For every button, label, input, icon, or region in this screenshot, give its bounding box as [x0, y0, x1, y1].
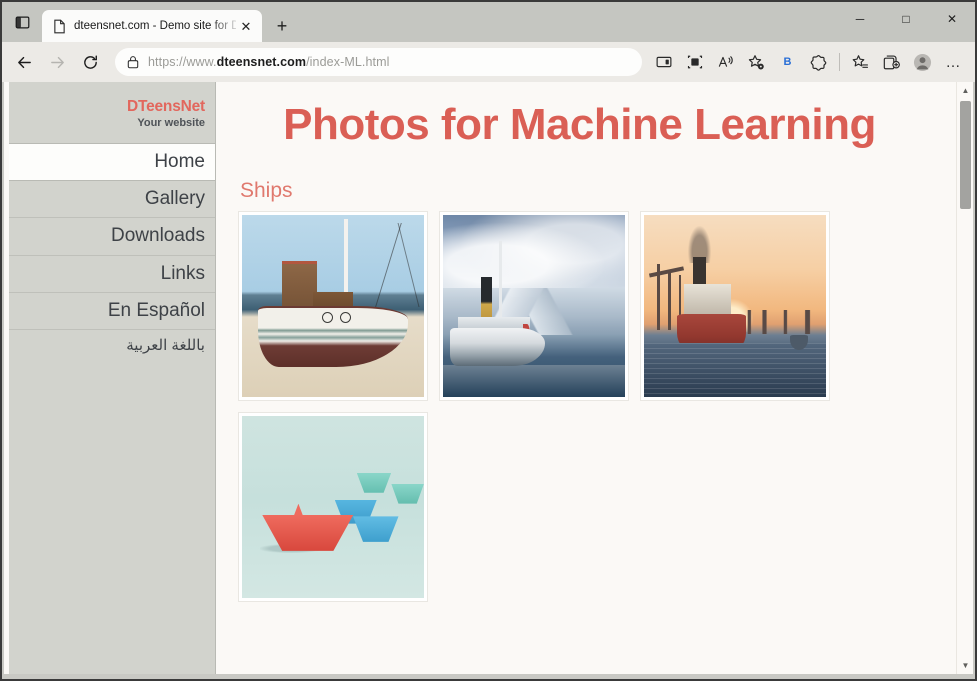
browser-window: dteensnet.com - Demo site for D ✕ + ─ □ … — [0, 0, 977, 681]
sidebar-item-links[interactable]: Links — [9, 256, 215, 294]
tab-title: dteensnet.com - Demo site for D — [74, 20, 236, 32]
bing-copilot-label: B — [783, 56, 792, 68]
brand-tagline: Your website — [137, 116, 205, 129]
read-aloud-icon[interactable] — [710, 47, 741, 77]
reload-icon[interactable] — [74, 47, 107, 77]
window-bottom-edge — [2, 674, 975, 679]
sidebar-item-downloads[interactable]: Downloads — [9, 218, 215, 256]
bing-copilot-icon[interactable]: B — [772, 47, 803, 77]
browser-essentials-icon[interactable] — [803, 47, 834, 77]
new-tab-button[interactable]: + — [265, 10, 299, 42]
ellipsis-label: … — [945, 53, 962, 71]
window-controls: ─ □ ✕ — [837, 2, 975, 35]
section-title-ships: Ships — [240, 179, 293, 203]
lock-icon[interactable] — [127, 55, 139, 69]
sidebar-item-gallery[interactable]: Gallery — [9, 181, 215, 219]
site-main-content: Photos for Machine Learning Ships — [216, 82, 939, 674]
photo-paper-origami-boats[interactable] — [238, 412, 428, 603]
close-icon[interactable]: ✕ — [236, 16, 256, 36]
profile-icon[interactable] — [907, 47, 938, 77]
add-to-favorites-icon[interactable] — [741, 47, 772, 77]
toolbar-divider — [839, 53, 840, 71]
back-icon[interactable] — [8, 47, 41, 77]
navigation-toolbar: https://www.dteensnet.com/index-ML.html — [2, 42, 975, 82]
scrollbar-thumb[interactable] — [960, 101, 971, 209]
favorites-icon[interactable] — [845, 47, 876, 77]
url-path: /index-ML.html — [306, 55, 390, 69]
photo-paddle-steamer-lake[interactable] — [439, 211, 629, 402]
scroll-down-icon[interactable]: ▼ — [957, 657, 973, 674]
address-bar[interactable]: https://www.dteensnet.com/index-ML.html — [115, 48, 642, 76]
page-icon — [51, 18, 67, 34]
url-scheme: https://www. — [148, 55, 217, 69]
page-scrollbar[interactable]: ▲ ▼ — [956, 82, 973, 674]
sidebar-item-en-espanol[interactable]: En Español — [9, 293, 215, 331]
tab-actions-icon[interactable] — [2, 2, 42, 42]
settings-and-more-icon[interactable]: … — [938, 47, 969, 77]
sidebar-item-arabic[interactable]: باللغة العربية — [9, 330, 215, 361]
maximize-button[interactable]: □ — [883, 2, 929, 35]
toolbar-icon-group: B … — [648, 47, 969, 77]
browser-tab[interactable]: dteensnet.com - Demo site for D ✕ — [42, 10, 262, 42]
page-viewport: DTeensNet Your website Home Gallery Down… — [4, 82, 973, 674]
brand-name: DTeensNet — [126, 98, 205, 115]
photo-grid — [238, 211, 921, 603]
site-sidebar: DTeensNet Your website Home Gallery Down… — [9, 82, 216, 674]
url-domain: dteensnet.com — [216, 55, 307, 69]
photo-fishing-boat-on-beach[interactable] — [238, 211, 428, 402]
forward-icon[interactable] — [41, 47, 74, 77]
site-logo[interactable]: DTeensNet Your website — [9, 82, 215, 144]
page-title: Photos for Machine Learning — [283, 100, 876, 149]
immersive-reader-icon[interactable] — [679, 47, 710, 77]
photo-cargo-ship-harbour-sunset[interactable] — [640, 211, 830, 402]
url-text: https://www.dteensnet.com/index-ML.html — [148, 55, 389, 69]
scroll-up-icon[interactable]: ▲ — [957, 82, 973, 99]
split-screen-icon[interactable] — [648, 47, 679, 77]
sidebar-item-home[interactable]: Home — [9, 143, 215, 182]
tab-strip: dteensnet.com - Demo site for D ✕ + ─ □ … — [2, 2, 975, 42]
minimize-button[interactable]: ─ — [837, 2, 883, 35]
website-body: DTeensNet Your website Home Gallery Down… — [9, 82, 939, 674]
collections-icon[interactable] — [876, 47, 907, 77]
close-window-button[interactable]: ✕ — [929, 2, 975, 35]
